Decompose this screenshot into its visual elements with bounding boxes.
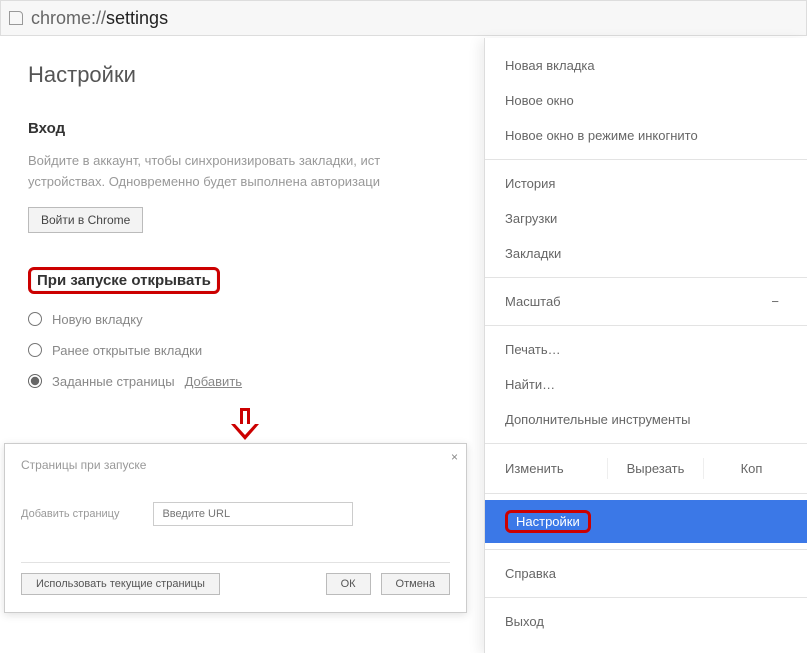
startup-heading: При запуске открывать: [37, 272, 211, 289]
menu-more-tools[interactable]: Дополнительные инструменты: [485, 402, 807, 437]
add-page-label: Добавить страницу: [21, 508, 119, 520]
startup-option-label: Ранее открытые вкладки: [52, 343, 202, 358]
startup-add-link[interactable]: Добавить: [185, 374, 242, 389]
url-text: chrome://settings: [31, 8, 168, 29]
menu-downloads[interactable]: Загрузки: [485, 201, 807, 236]
startup-option-label: Новую вкладку: [52, 312, 143, 327]
menu-new-window[interactable]: Новое окно: [485, 83, 807, 118]
signin-button[interactable]: Войти в Chrome: [28, 207, 143, 233]
annotation-arrow-icon: [232, 408, 258, 444]
menu-cut[interactable]: Вырезать: [607, 458, 703, 479]
menu-bookmarks[interactable]: Закладки: [485, 236, 807, 271]
dialog-close-icon[interactable]: ×: [451, 450, 458, 464]
menu-zoom[interactable]: Масштаб −: [485, 284, 807, 319]
menu-history[interactable]: История: [485, 166, 807, 201]
dialog-ok-button[interactable]: ОК: [326, 573, 371, 595]
startup-option-label: Заданные страницы: [52, 374, 175, 389]
menu-exit[interactable]: Выход: [485, 604, 807, 639]
menu-separator: [485, 277, 807, 278]
use-current-pages-button[interactable]: Использовать текущие страницы: [21, 573, 220, 595]
menu-settings-label: Настройки: [516, 514, 580, 529]
menu-edit-row: Изменить Вырезать Коп: [485, 450, 807, 487]
menu-edit-label: Изменить: [505, 461, 607, 476]
menu-help[interactable]: Справка: [485, 556, 807, 591]
radio-specific[interactable]: [28, 374, 42, 388]
menu-print[interactable]: Печать…: [485, 332, 807, 367]
add-page-input[interactable]: [153, 502, 353, 526]
radio-continue[interactable]: [28, 343, 42, 357]
menu-separator: [485, 549, 807, 550]
menu-new-tab[interactable]: Новая вкладка: [485, 48, 807, 83]
menu-copy[interactable]: Коп: [703, 458, 799, 479]
dialog-title: Страницы при запуске: [21, 458, 450, 472]
dialog-cancel-button[interactable]: Отмена: [381, 573, 450, 595]
menu-separator: [485, 597, 807, 598]
menu-separator: [485, 493, 807, 494]
startup-pages-dialog: Страницы при запуске × Добавить страницу…: [4, 443, 467, 613]
menu-separator: [485, 159, 807, 160]
menu-zoom-value: −: [771, 294, 787, 309]
chrome-menu: Новая вкладка Новое окно Новое окно в ре…: [484, 38, 807, 653]
menu-find[interactable]: Найти…: [485, 367, 807, 402]
menu-settings[interactable]: Настройки: [485, 500, 807, 543]
radio-new-tab[interactable]: [28, 312, 42, 326]
menu-separator: [485, 443, 807, 444]
page-icon: [9, 11, 23, 25]
menu-separator: [485, 325, 807, 326]
menu-settings-highlight: Настройки: [505, 510, 591, 533]
menu-zoom-label: Масштаб: [505, 294, 561, 309]
menu-new-incognito[interactable]: Новое окно в режиме инкогнито: [485, 118, 807, 153]
address-bar[interactable]: chrome://settings: [0, 0, 807, 36]
startup-heading-highlight: При запуске открывать: [28, 267, 220, 294]
